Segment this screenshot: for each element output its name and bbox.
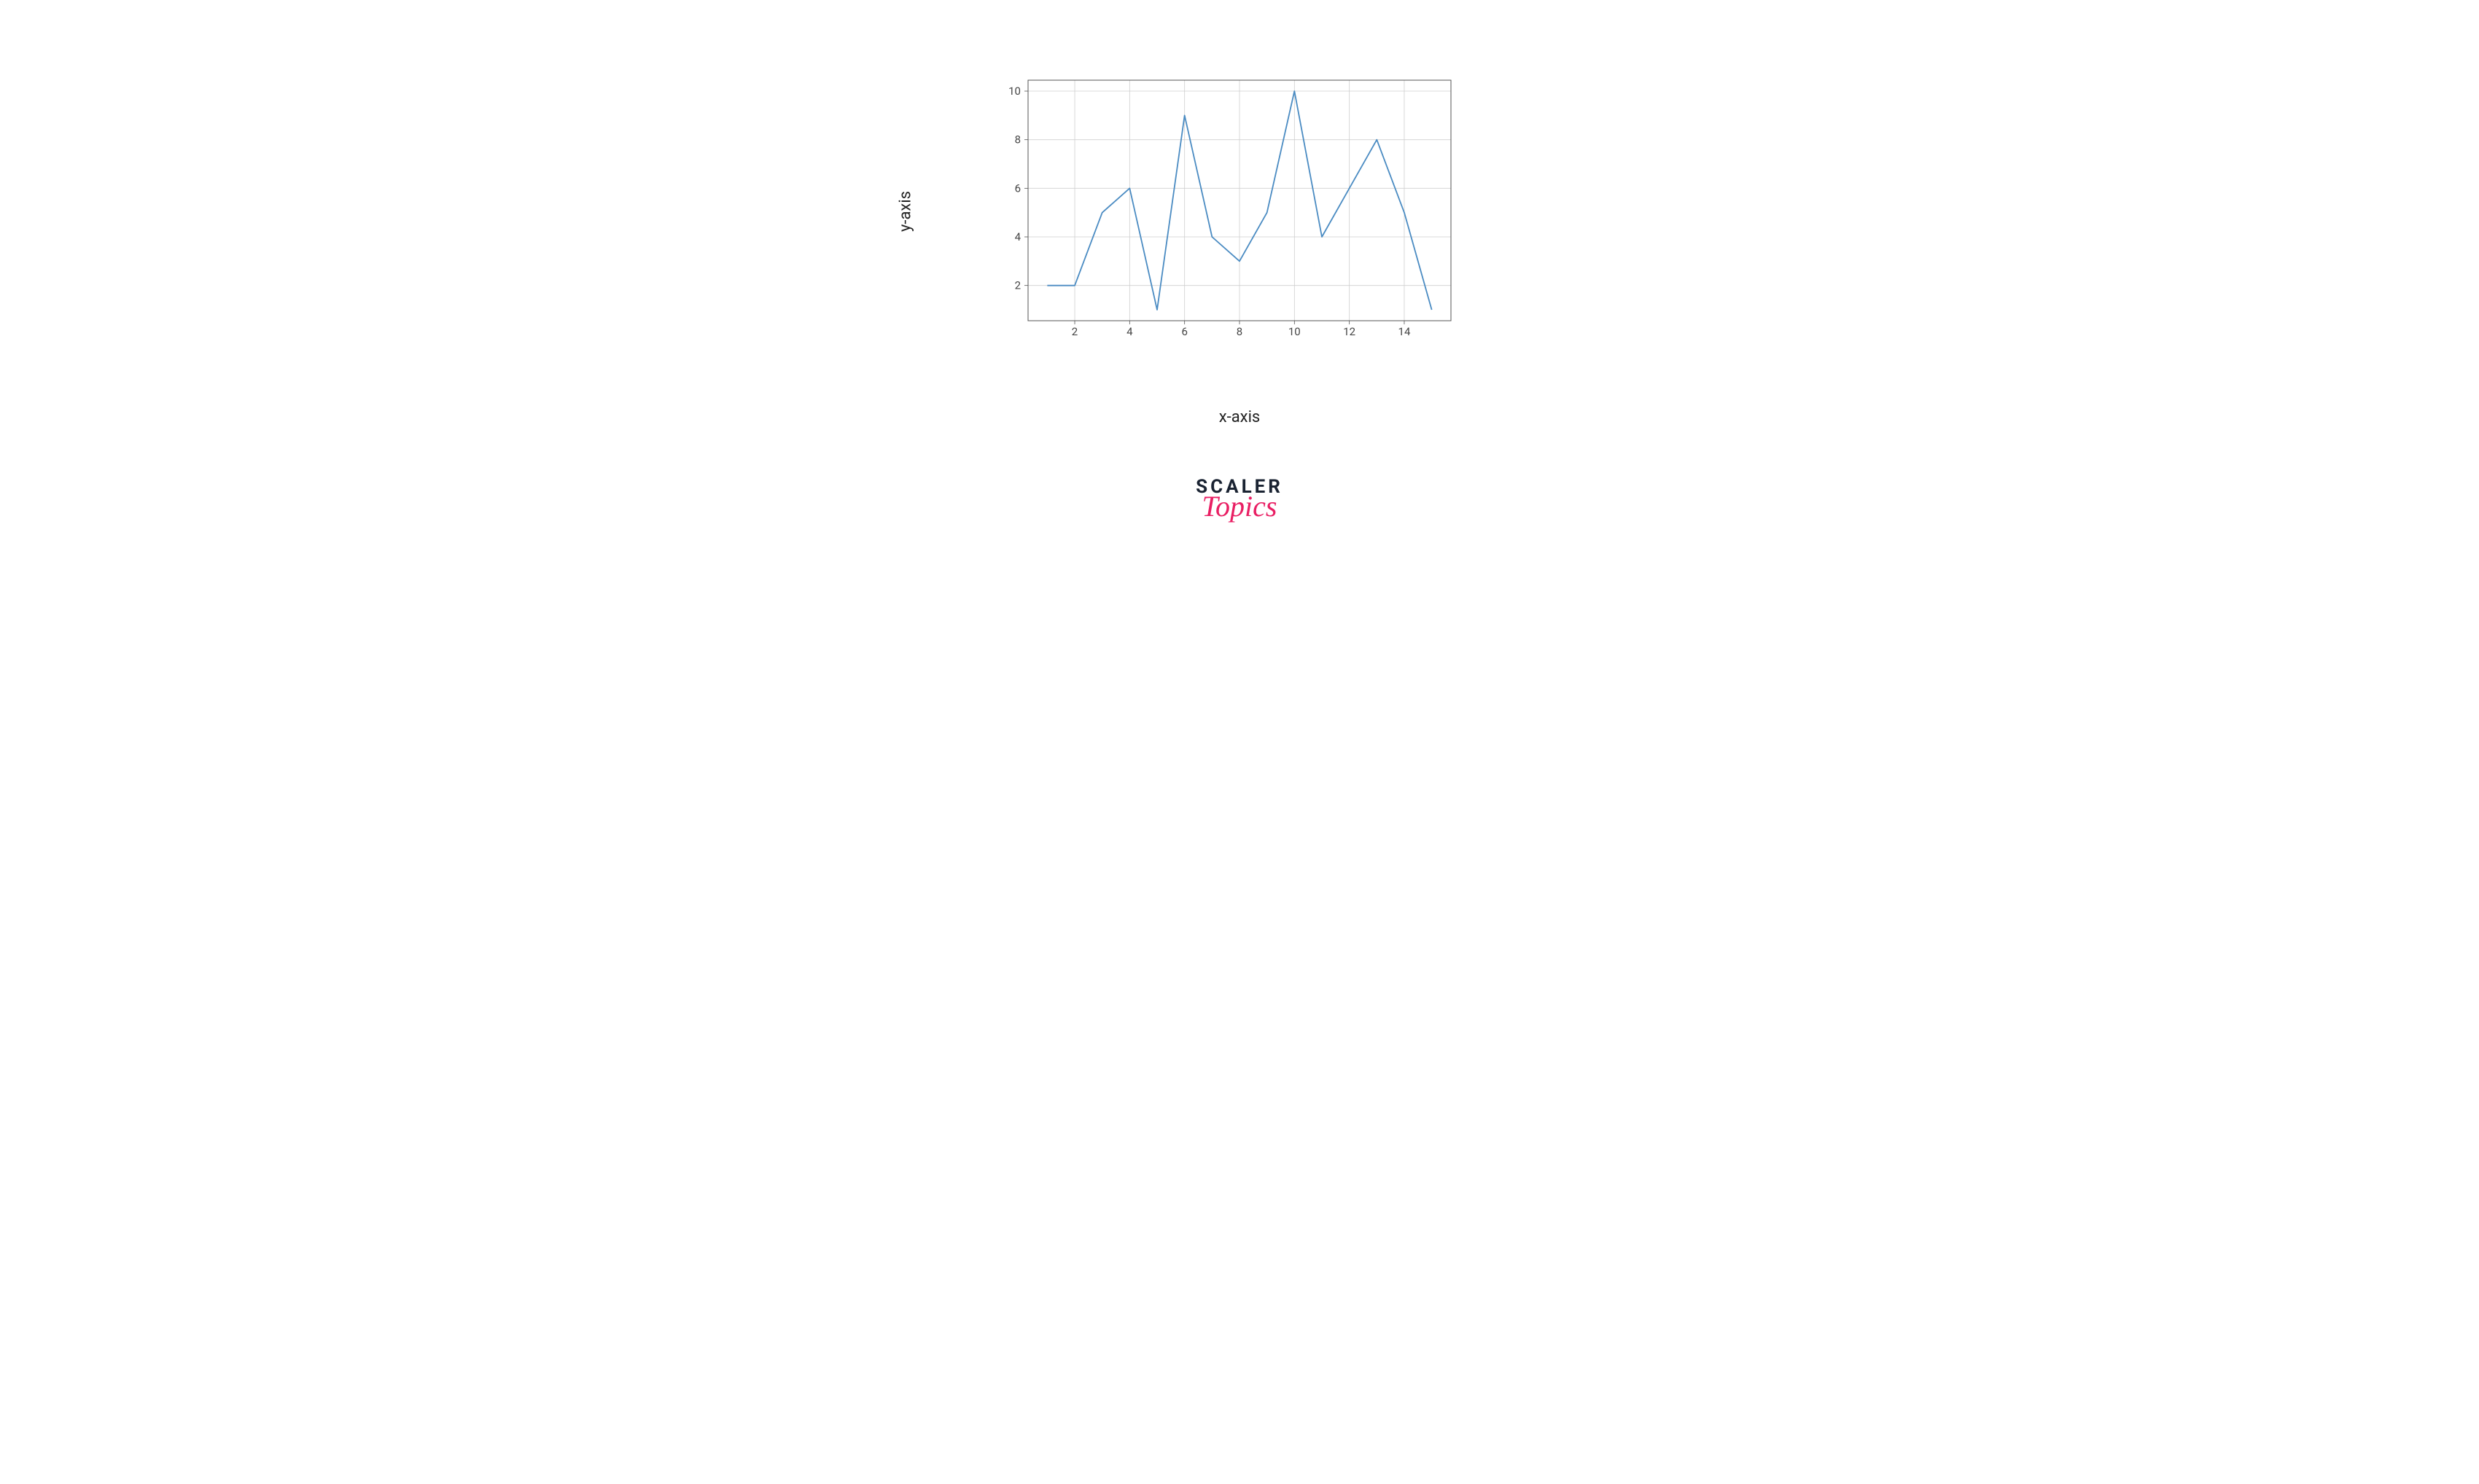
x-tick-label: 2	[1072, 325, 1078, 338]
x-tick-label: 10	[1288, 325, 1301, 338]
plot-area: 2468101214246810	[1028, 80, 1451, 321]
x-tick-label: 12	[1343, 325, 1355, 338]
y-tick-label: 6	[1015, 181, 1021, 195]
chart-container: y-axis 2468101214246810	[933, 73, 1473, 350]
y-tick-label: 2	[1015, 279, 1021, 292]
x-tick-label: 8	[1237, 325, 1242, 338]
page: y-axis 2468101214246810 x-axis SCALER To…	[729, 0, 1750, 611]
line-chart: 2468101214246810	[1028, 80, 1451, 321]
y-tick-label: 4	[1015, 230, 1021, 243]
x-tick-label: 6	[1181, 325, 1187, 338]
x-axis-label: x-axis	[1219, 408, 1261, 426]
scaler-topics-logo: SCALER Topics	[1196, 477, 1283, 521]
logo-word-topics: Topics	[1196, 492, 1283, 521]
y-axis-label: y-axis	[896, 191, 914, 232]
x-tick-label: 14	[1398, 325, 1411, 338]
y-tick-label: 8	[1015, 133, 1021, 147]
x-tick-label: 4	[1126, 325, 1133, 338]
y-tick-label: 10	[1008, 85, 1021, 98]
